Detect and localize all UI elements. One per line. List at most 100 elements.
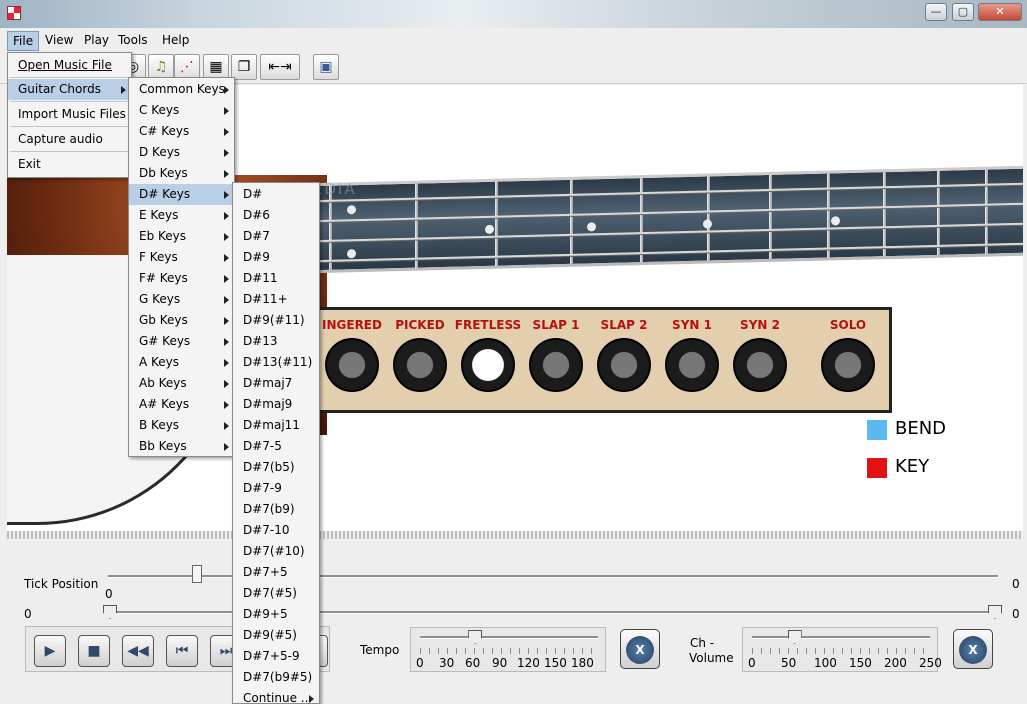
knob-picked[interactable] <box>393 338 447 392</box>
keys-menu-item-label: A# Keys <box>139 397 190 411</box>
chord-menu-item[interactable]: D#7(b5) <box>233 457 319 478</box>
tempo-scale-30: 30 <box>439 656 455 670</box>
chord-menu-item[interactable]: D#7-5 <box>233 436 319 457</box>
reset-x-icon: X <box>626 635 654 664</box>
menu-view[interactable]: View <box>40 31 78 51</box>
keys-menu-item[interactable]: Eb Keys <box>129 226 234 247</box>
knob-syn1[interactable] <box>665 338 719 392</box>
submenu-arrow-icon <box>224 296 229 304</box>
menu-play[interactable]: Play <box>79 31 114 51</box>
volume-slider[interactable] <box>752 636 930 639</box>
knob-fingered[interactable] <box>325 338 379 392</box>
chord-menu-item[interactable]: D#7-9 <box>233 478 319 499</box>
tick-position-value: 0 <box>105 587 113 601</box>
menu-help[interactable]: Help <box>157 31 194 51</box>
keys-menu-item[interactable]: F Keys <box>129 247 234 268</box>
keys-menu-item[interactable]: E Keys <box>129 205 234 226</box>
menu-separator <box>10 126 129 127</box>
keys-menu-item[interactable]: D Keys <box>129 142 234 163</box>
chord-menu-item[interactable]: D#7(#10) <box>233 541 319 562</box>
chord-menu-item[interactable]: D#11 <box>233 268 319 289</box>
range-end-thumb[interactable] <box>988 605 1002 619</box>
keys-menu-item[interactable]: F# Keys <box>129 268 234 289</box>
keys-menu-item[interactable]: Common Keys <box>129 79 234 100</box>
keys-menu-item[interactable]: D# Keys <box>129 184 234 205</box>
chord-menu-item[interactable]: D#7+5 <box>233 562 319 583</box>
range-start-thumb[interactable] <box>103 605 117 619</box>
chord-menu-item[interactable]: D# <box>233 184 319 205</box>
keys-menu-item-label: A Keys <box>139 355 180 369</box>
tempo-panel: 0 30 60 90 120 150 180 <box>410 627 606 672</box>
amp-label-solo: SOLO <box>829 318 867 332</box>
chord-menu-item[interactable]: D#6 <box>233 205 319 226</box>
chord-menu-item[interactable]: D#7(b9#5) <box>233 667 319 688</box>
chord-menu-item[interactable]: D#9(#11) <box>233 310 319 331</box>
menu-item-guitar-chords[interactable]: Guitar Chords <box>8 79 131 100</box>
splitter[interactable] <box>7 531 1023 539</box>
chord-menu-item[interactable]: D#9+5 <box>233 604 319 625</box>
tempo-reset-button[interactable]: X <box>620 629 660 669</box>
chord-menu-item[interactable]: D#maj11 <box>233 415 319 436</box>
tick-position-thumb[interactable] <box>192 565 202 583</box>
keys-menu-item[interactable]: A Keys <box>129 352 234 373</box>
chord-menu-item[interactable]: D#13 <box>233 331 319 352</box>
knob-slap1[interactable] <box>529 338 583 392</box>
keys-menu-item[interactable]: Db Keys <box>129 163 234 184</box>
chord-menu-item[interactable]: D#7-10 <box>233 520 319 541</box>
keys-menu-item[interactable]: Gb Keys <box>129 310 234 331</box>
range-min-label: 0 <box>24 607 32 621</box>
submenu-arrow-icon <box>224 149 229 157</box>
tempo-label: Tempo <box>360 643 400 657</box>
submenu-arrow-icon <box>224 275 229 283</box>
chord-menu-item[interactable]: D#7(b9) <box>233 499 319 520</box>
keys-menu-item[interactable]: C Keys <box>129 100 234 121</box>
chord-menu-item[interactable]: D#7+5-9 <box>233 646 319 667</box>
timeline-icon[interactable]: ⇤⇥ <box>260 54 300 80</box>
keys-menu-item[interactable]: C# Keys <box>129 121 234 142</box>
keys-menu-item[interactable]: B Keys <box>129 415 234 436</box>
knob-slap2[interactable] <box>597 338 651 392</box>
tempo-thumb[interactable] <box>468 630 483 644</box>
reset-x-icon: X <box>959 635 987 664</box>
chord-menu-item[interactable]: D#9(#5) <box>233 625 319 646</box>
window-icon[interactable]: ▣ <box>313 54 339 80</box>
chord-menu-item[interactable]: D#maj7 <box>233 373 319 394</box>
file-menu: Open Music File Guitar Chords Import Mus… <box>7 52 132 178</box>
menu-item-exit[interactable]: Exit <box>8 154 131 175</box>
menu-item-capture-audio[interactable]: Capture audio <box>8 129 131 150</box>
knob-fretless[interactable] <box>461 338 515 392</box>
skip-back-button[interactable]: ⏮ <box>166 635 198 667</box>
tempo-scale-120: 120 <box>517 656 540 670</box>
tempo-slider[interactable] <box>420 636 598 639</box>
menu-item-open-music-file[interactable]: Open Music File <box>8 55 131 76</box>
volume-reset-button[interactable]: X <box>953 629 993 669</box>
tempo-scale-90: 90 <box>492 656 508 670</box>
tempo-scale-150: 150 <box>544 656 567 670</box>
volume-thumb[interactable] <box>787 630 802 644</box>
rewind-button[interactable]: ◀◀ <box>122 635 154 667</box>
play-button[interactable]: ▶ <box>34 635 66 667</box>
keys-menu-item[interactable]: Bb Keys <box>129 436 234 457</box>
menu-tools[interactable]: Tools <box>113 31 153 51</box>
minimize-button[interactable]: — <box>925 3 947 21</box>
menu-item-import-music-files[interactable]: Import Music Files <box>8 104 131 125</box>
submenu-arrow-icon <box>224 170 229 178</box>
chord-menu-continue[interactable]: Continue ... <box>233 688 319 704</box>
knob-solo[interactable] <box>821 338 875 392</box>
chord-menu-item[interactable]: D#11+ <box>233 289 319 310</box>
stop-button[interactable]: ■ <box>78 635 110 667</box>
chord-menu-item[interactable]: D#9 <box>233 247 319 268</box>
chord-menu-item[interactable]: D#13(#11) <box>233 352 319 373</box>
keys-menu-item[interactable]: G# Keys <box>129 331 234 352</box>
maximize-button[interactable]: ▢ <box>952 3 974 21</box>
keys-menu-item[interactable]: Ab Keys <box>129 373 234 394</box>
chord-menu-item[interactable]: D#7(#5) <box>233 583 319 604</box>
chord-menu-item[interactable]: D#maj9 <box>233 394 319 415</box>
menu-file[interactable]: File <box>7 31 40 51</box>
keys-menu-item[interactable]: G Keys <box>129 289 234 310</box>
chord-menu-item[interactable]: D#7 <box>233 226 319 247</box>
submenu-arrow-icon <box>224 107 229 115</box>
knob-syn2[interactable] <box>733 338 787 392</box>
keys-menu-item[interactable]: A# Keys <box>129 394 234 415</box>
close-button[interactable]: ✕ <box>978 3 1022 21</box>
